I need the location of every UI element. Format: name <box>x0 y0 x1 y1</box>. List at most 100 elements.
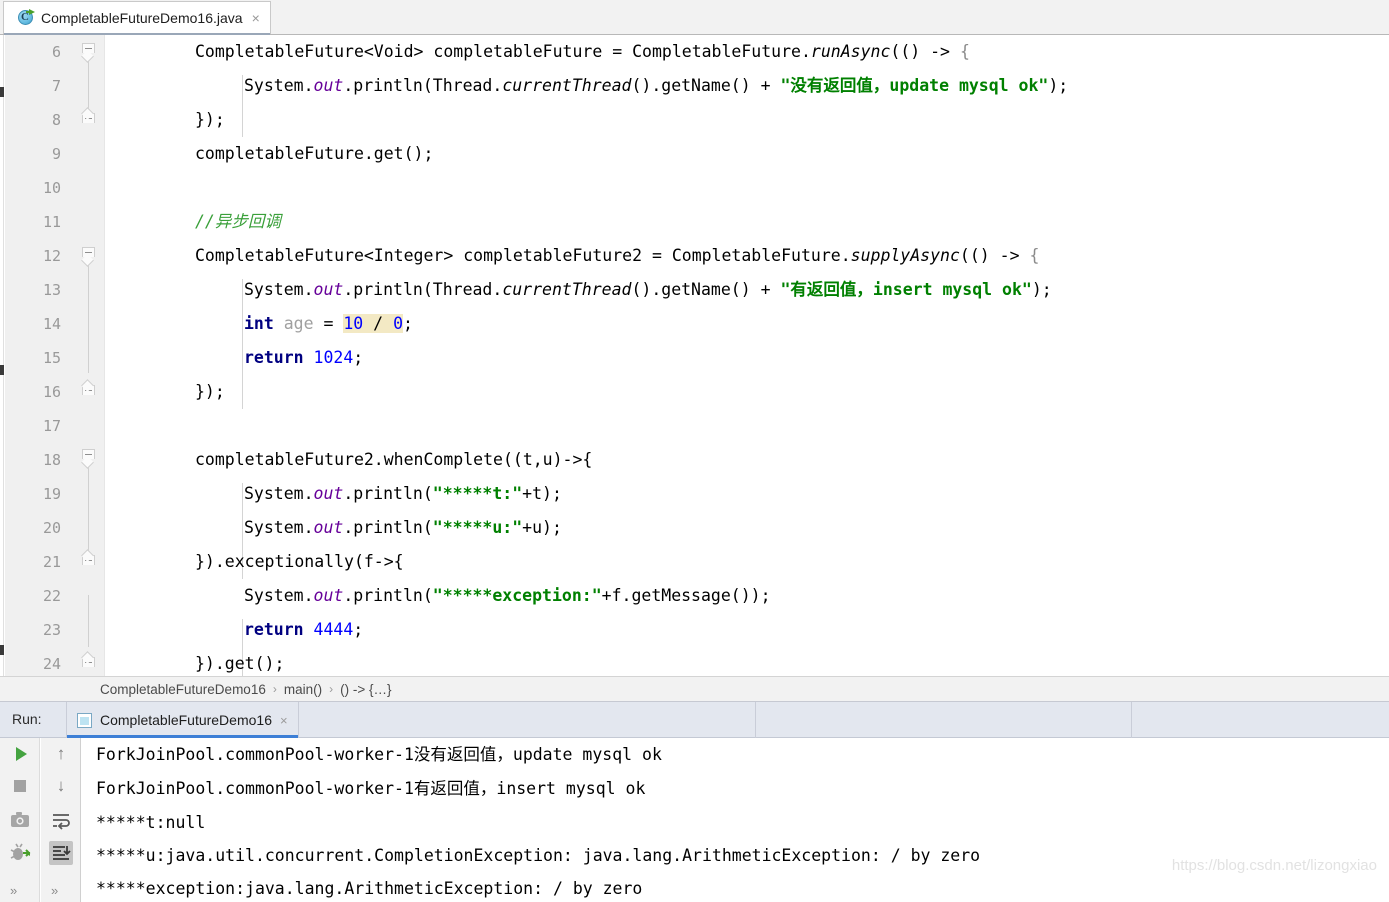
run-panel-label: Run: <box>12 711 42 727</box>
code-comment: //异步回调 <box>195 212 281 231</box>
arrow-down-icon: ↓ <box>49 774 73 798</box>
run-tab-bar: Run: CompletableFutureDemo16 × <box>0 702 1389 738</box>
line-number: 14 <box>5 307 61 341</box>
expand-right-toolbar-button[interactable]: » <box>51 883 58 898</box>
down-arrow-button[interactable]: ↓ <box>49 774 73 798</box>
fold-marker-collapse[interactable] <box>82 43 95 58</box>
line-number: 13 <box>5 273 61 307</box>
breadcrumb-item-class[interactable]: CompletableFutureDemo16 <box>100 682 266 697</box>
line-number: 19 <box>5 477 61 511</box>
code-editor[interactable]: 6 7 8 9 10 11 12 13 14 15 16 17 18 19 20… <box>0 35 1389 676</box>
scroll-to-end-button[interactable] <box>49 841 73 865</box>
breadcrumb-item-lambda[interactable]: () -> {…} <box>340 682 391 697</box>
code-line-20: System.out.println("*****u:"+u); <box>105 511 562 545</box>
soft-wrap-button[interactable] <box>49 808 73 832</box>
code-line-18: completableFuture2.whenComplete((t,u)->{ <box>105 443 592 477</box>
idea-window: C CompletableFutureDemo16.java × 6 7 8 9… <box>0 0 1389 902</box>
console-line: ForkJoinPool.commonPool-worker-1没有返回值，up… <box>96 738 662 771</box>
console-line: ForkJoinPool.commonPool-worker-1有返回值，ins… <box>96 772 645 805</box>
editor-tab-label: CompletableFutureDemo16.java <box>41 10 243 26</box>
line-number: 6 <box>5 35 61 69</box>
run-tool-window: Run: CompletableFutureDemo16 × <box>0 702 1389 902</box>
arrow-up-icon: ↑ <box>49 742 73 766</box>
code-text-area[interactable]: CompletableFuture<Void> completableFutur… <box>105 35 1389 676</box>
java-class-icon: C <box>18 10 34 26</box>
line-number: 12 <box>5 239 61 273</box>
console-line: *****exception:java.lang.ArithmeticExcep… <box>96 872 642 902</box>
line-number-gutter: 6 7 8 9 10 11 12 13 14 15 16 17 18 19 20… <box>5 35 71 676</box>
breadcrumb[interactable]: CompletableFutureDemo16 › main() › () ->… <box>0 676 1389 702</box>
console-output[interactable]: ForkJoinPool.commonPool-worker-1没有返回值，up… <box>82 738 1389 902</box>
chevron-right-icon: › <box>273 682 277 696</box>
line-number: 11 <box>5 205 61 239</box>
console-line: *****u:java.util.concurrent.CompletionEx… <box>96 839 980 872</box>
code-folding-strip <box>71 35 105 676</box>
run-tab-completablefuturedemo16[interactable]: CompletableFutureDemo16 × <box>66 702 299 738</box>
line-number: 18 <box>5 443 61 477</box>
stop-icon <box>8 774 32 798</box>
line-number: 17 <box>5 409 61 443</box>
run-tabbar-divider <box>1131 702 1132 738</box>
code-line-7: System.out.println(Thread.currentThread(… <box>105 69 1068 103</box>
line-number: 9 <box>5 137 61 171</box>
code-line-8: }); <box>105 103 225 137</box>
code-line-22: System.out.println("*****exception:"+f.g… <box>105 579 771 613</box>
fold-region-line <box>88 595 89 647</box>
fold-marker-collapse[interactable] <box>82 449 95 464</box>
screenshot-button[interactable] <box>8 808 32 832</box>
editor-tab-completablefuturedemo16[interactable]: C CompletableFutureDemo16.java × <box>3 1 271 34</box>
line-number: 22 <box>5 579 61 613</box>
debug-button[interactable] <box>8 841 32 865</box>
expand-left-toolbar-button[interactable]: » <box>10 883 17 898</box>
line-number: 16 <box>5 375 61 409</box>
change-marker <box>0 365 4 375</box>
run-tab-label: CompletableFutureDemo16 <box>100 712 272 728</box>
close-icon[interactable]: × <box>280 713 288 728</box>
fold-marker-end[interactable] <box>82 555 95 570</box>
change-marker <box>0 87 4 97</box>
run-toolbar-left: » <box>0 738 40 902</box>
code-line-14: int age = 10 / 0; <box>105 307 413 341</box>
run-tabbar-divider <box>755 702 756 738</box>
fold-marker-end[interactable] <box>82 385 95 400</box>
line-number: 21 <box>5 545 61 579</box>
code-line-21: }).exceptionally(f->{ <box>105 545 404 579</box>
code-line-15: return 1024; <box>105 341 363 375</box>
chevron-right-icon: › <box>329 682 333 696</box>
code-line-19: System.out.println("*****t:"+t); <box>105 477 562 511</box>
line-number: 7 <box>5 69 61 103</box>
code-line-23: return 4444; <box>105 613 363 647</box>
fold-region-line <box>88 57 89 109</box>
fold-marker-collapse[interactable] <box>82 247 95 262</box>
code-line-11: //异步回调 <box>105 205 281 239</box>
soft-wrap-icon <box>49 808 73 832</box>
camera-icon <box>8 808 32 832</box>
line-number: 10 <box>5 171 61 205</box>
code-line-6: CompletableFuture<Void> completableFutur… <box>105 35 970 69</box>
editor-marker-strip <box>0 35 4 676</box>
code-line-13: System.out.println(Thread.currentThread(… <box>105 273 1052 307</box>
editor-tab-bar: C CompletableFutureDemo16.java × <box>0 0 1389 35</box>
line-number: 15 <box>5 341 61 375</box>
watermark: https://blog.csdn.net/lizongxiao <box>1172 857 1377 874</box>
fold-marker-end[interactable] <box>82 657 95 672</box>
line-number: 20 <box>5 511 61 545</box>
console-line: *****t:null <box>96 806 205 839</box>
rerun-button[interactable] <box>8 742 32 766</box>
line-number: 23 <box>5 613 61 647</box>
code-line-16: }); <box>105 375 225 409</box>
code-line-9: completableFuture.get(); <box>105 137 433 171</box>
code-line-24: }).get(); <box>105 647 284 676</box>
stop-button[interactable] <box>8 774 32 798</box>
line-number: 24 <box>5 647 61 676</box>
up-arrow-button[interactable]: ↑ <box>49 742 73 766</box>
change-marker <box>0 645 4 655</box>
breadcrumb-item-method[interactable]: main() <box>284 682 322 697</box>
scroll-to-end-icon <box>49 841 73 865</box>
fold-marker-end[interactable] <box>82 113 95 128</box>
close-icon[interactable]: × <box>252 11 260 25</box>
fold-region-line <box>88 463 89 551</box>
bug-icon <box>8 841 32 865</box>
run-toolbar-right: ↑ ↓ <box>41 738 81 902</box>
play-icon <box>8 742 32 766</box>
